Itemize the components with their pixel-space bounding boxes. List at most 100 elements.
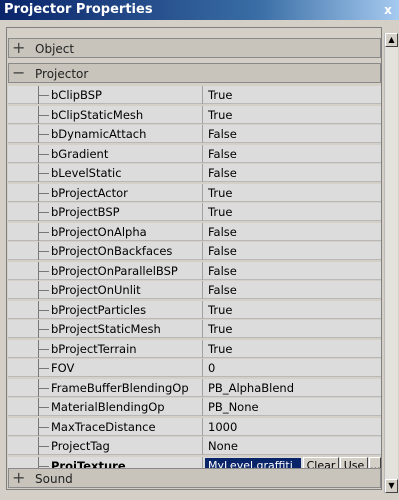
tree-connector bbox=[38, 164, 51, 182]
tree-connector bbox=[38, 86, 51, 104]
property-row[interactable]: bDynamicAttach False bbox=[8, 125, 381, 143]
tree-connector bbox=[38, 203, 51, 221]
property-name: bDynamicAttach bbox=[51, 127, 147, 141]
column-divider bbox=[202, 281, 203, 299]
tree-connector bbox=[38, 300, 51, 319]
title-bar[interactable]: Projector Properties x bbox=[0, 0, 399, 20]
tree-connector bbox=[38, 242, 51, 260]
property-row[interactable]: bProjectOnAlpha False bbox=[8, 222, 381, 241]
tree-connector bbox=[38, 437, 51, 455]
scroll-up-icon[interactable]: ▲ bbox=[385, 33, 398, 47]
property-value[interactable]: False bbox=[208, 147, 237, 161]
property-value[interactable]: False bbox=[208, 166, 237, 180]
property-value[interactable]: False bbox=[208, 225, 237, 239]
tree-connector bbox=[38, 398, 51, 416]
property-name: bProjectOnBackfaces bbox=[51, 244, 173, 258]
property-row[interactable]: bProjectOnUnlit False bbox=[8, 281, 381, 299]
property-name: bProjectStaticMesh bbox=[51, 322, 161, 336]
property-value[interactable]: 0 bbox=[208, 361, 215, 375]
property-row[interactable]: MaterialBlendingOp PB_None bbox=[8, 398, 381, 416]
property-name: bProjectBSP bbox=[51, 205, 120, 219]
tree-connector bbox=[38, 125, 51, 143]
column-divider bbox=[202, 144, 203, 163]
tree-connector bbox=[38, 339, 51, 358]
property-row[interactable]: bClipStaticMesh True bbox=[8, 105, 381, 124]
column-divider bbox=[202, 339, 203, 358]
property-name: bClipStaticMesh bbox=[51, 107, 144, 122]
property-value[interactable]: None bbox=[208, 439, 238, 453]
property-row[interactable]: bProjectOnBackfaces False bbox=[8, 242, 381, 260]
property-row[interactable]: bProjectParticles True bbox=[8, 300, 381, 319]
property-value[interactable]: True bbox=[208, 322, 232, 336]
property-name: MaxTraceDistance bbox=[51, 419, 156, 434]
column-divider bbox=[202, 125, 203, 143]
expand-icon[interactable]: + bbox=[12, 468, 25, 487]
tree-connector bbox=[38, 417, 51, 436]
property-name: bProjectOnUnlit bbox=[51, 283, 141, 297]
property-name: bProjectOnParallelBSP bbox=[51, 263, 178, 278]
property-row[interactable]: bProjectActor True bbox=[8, 183, 381, 202]
property-name: bProjectActor bbox=[51, 185, 128, 200]
tree-connector bbox=[38, 222, 51, 241]
property-value[interactable]: PB_AlphaBlend bbox=[208, 381, 294, 395]
category-label: Sound bbox=[35, 472, 73, 486]
category-object[interactable]: + Object bbox=[8, 38, 381, 58]
property-value[interactable]: 1000 bbox=[208, 420, 237, 434]
property-row[interactable]: ProjectTag None bbox=[8, 437, 381, 455]
column-divider bbox=[202, 164, 203, 182]
category-projector[interactable]: − Projector bbox=[8, 63, 381, 83]
column-divider bbox=[202, 378, 203, 397]
property-value[interactable]: True bbox=[208, 303, 232, 317]
property-row[interactable]: FOV 0 bbox=[8, 359, 381, 377]
property-name: FrameBufferBlendingOp bbox=[51, 380, 189, 395]
property-row[interactable]: bGradient False bbox=[8, 144, 381, 163]
tree-connector bbox=[38, 261, 51, 280]
column-divider bbox=[202, 398, 203, 416]
property-value[interactable]: True bbox=[208, 205, 232, 219]
property-name: bGradient bbox=[51, 146, 109, 161]
column-divider bbox=[202, 222, 203, 241]
property-name: bClipBSP bbox=[51, 88, 102, 102]
column-divider bbox=[202, 242, 203, 260]
collapse-icon[interactable]: − bbox=[12, 63, 25, 82]
property-name: FOV bbox=[51, 361, 75, 375]
property-row[interactable]: FrameBufferBlendingOp PB_AlphaBlend bbox=[8, 378, 381, 397]
tree-connector bbox=[38, 144, 51, 163]
property-value[interactable]: False bbox=[208, 244, 237, 258]
property-name: bLevelStatic bbox=[51, 166, 122, 180]
property-row[interactable]: MaxTraceDistance 1000 bbox=[8, 417, 381, 436]
property-name: bProjectParticles bbox=[51, 302, 147, 317]
column-divider bbox=[202, 203, 203, 221]
column-divider bbox=[202, 183, 203, 202]
column-divider bbox=[202, 86, 203, 104]
property-row[interactable]: bClipBSP True bbox=[8, 86, 381, 104]
category-label: Projector bbox=[35, 67, 89, 81]
column-divider bbox=[202, 437, 203, 455]
property-grid: + Object − Projector bClipBSP True bClipSt… bbox=[6, 27, 382, 490]
property-value[interactable]: True bbox=[208, 88, 232, 102]
property-value[interactable]: True bbox=[208, 342, 232, 356]
tree-connector bbox=[38, 183, 51, 202]
property-value[interactable]: True bbox=[208, 186, 232, 200]
column-divider bbox=[202, 300, 203, 319]
property-name: MaterialBlendingOp bbox=[51, 400, 165, 414]
column-divider bbox=[202, 417, 203, 436]
category-sound[interactable]: + Sound bbox=[8, 468, 381, 488]
tree-connector bbox=[38, 378, 51, 397]
column-divider bbox=[202, 261, 203, 280]
property-value[interactable]: False bbox=[208, 283, 237, 297]
close-icon[interactable]: x bbox=[381, 3, 395, 17]
property-row[interactable]: bProjectTerrain True bbox=[8, 339, 381, 358]
expand-icon[interactable]: + bbox=[12, 38, 25, 57]
property-value[interactable]: False bbox=[208, 127, 237, 141]
property-row[interactable]: bProjectBSP True bbox=[8, 203, 381, 221]
property-value[interactable]: True bbox=[208, 108, 232, 122]
property-row[interactable]: bProjectStaticMesh True bbox=[8, 320, 381, 338]
property-row[interactable]: bLevelStatic False bbox=[8, 164, 381, 182]
vertical-scrollbar[interactable]: ▲ ▼ bbox=[384, 33, 398, 493]
property-row[interactable]: bProjectOnParallelBSP False bbox=[8, 261, 381, 280]
tree-connector bbox=[38, 105, 51, 124]
property-value[interactable]: PB_None bbox=[208, 400, 259, 414]
scroll-down-icon[interactable]: ▼ bbox=[385, 479, 398, 493]
property-value[interactable]: False bbox=[208, 264, 237, 278]
